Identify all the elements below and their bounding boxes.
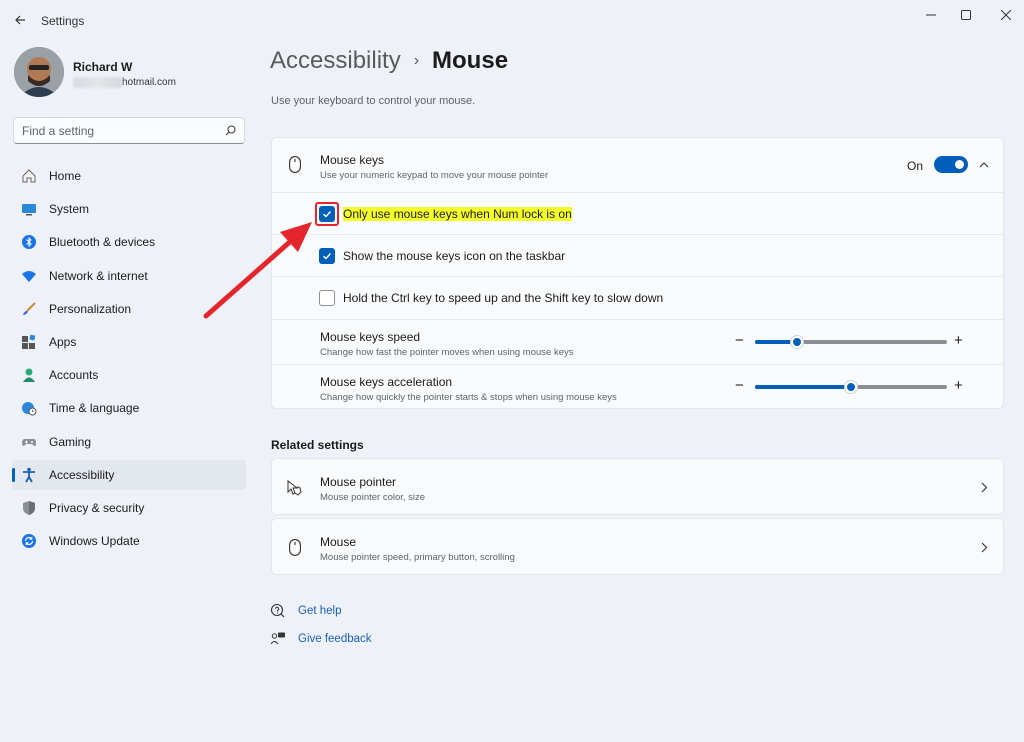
- maximize-icon: [961, 10, 971, 20]
- maximize-button[interactable]: [951, 4, 981, 26]
- search-icon: [225, 125, 236, 136]
- sidebar-item-privacy[interactable]: Privacy & security: [12, 493, 246, 523]
- speed-minus-icon[interactable]: −: [735, 332, 744, 349]
- gamepad-icon: [20, 433, 38, 451]
- related-mouse-card[interactable]: Mouse Mouse pointer speed, primary butto…: [271, 518, 1004, 575]
- bluetooth-icon: [20, 233, 38, 251]
- sidebar-item-windows-update[interactable]: Windows Update: [12, 526, 246, 556]
- num-lock-label: Only use mouse keys when Num lock is on: [343, 207, 572, 221]
- chevron-up-icon[interactable]: [979, 161, 989, 168]
- sidebar-item-accounts[interactable]: Accounts: [12, 360, 246, 390]
- sidebar-item-gaming[interactable]: Gaming: [12, 427, 246, 457]
- page-title: Mouse: [432, 47, 509, 74]
- page-description: Use your keyboard to control your mouse.: [271, 95, 476, 107]
- home-icon: [20, 167, 38, 185]
- search-input[interactable]: [22, 123, 225, 138]
- speed-slider[interactable]: [755, 335, 947, 349]
- taskbar-icon-checkbox[interactable]: [319, 248, 335, 264]
- mouse-pointer-title: Mouse pointer: [320, 475, 397, 489]
- give-feedback-icon: [270, 632, 285, 645]
- acceleration-slider[interactable]: [755, 380, 947, 394]
- option-taskbar-icon-row[interactable]: Show the mouse keys icon on the taskbar: [272, 235, 1003, 277]
- globe-clock-icon: [20, 399, 38, 417]
- annotation-arrow-icon: [203, 222, 312, 319]
- breadcrumb: Accessibility › Mouse: [270, 47, 508, 75]
- get-help-icon: [270, 603, 285, 618]
- mouse-keys-acceleration-row: Mouse keys acceleration Change how quick…: [272, 365, 1003, 409]
- give-feedback-link[interactable]: Give feedback: [298, 633, 372, 645]
- accounts-icon: [20, 366, 38, 384]
- mouse-pointer-icon: [287, 479, 302, 496]
- mouse-title: Mouse: [320, 535, 357, 549]
- related-settings-title: Related settings: [271, 438, 364, 452]
- speed-slider-thumb[interactable]: [790, 335, 804, 349]
- app-title: Settings: [41, 14, 85, 28]
- toggle-state-label: On: [907, 159, 924, 173]
- mouse-pointer-subtitle: Mouse pointer color, size: [320, 492, 426, 503]
- title-bar: Settings: [0, 0, 1024, 40]
- get-help-link[interactable]: Get help: [298, 605, 341, 617]
- acceleration-slider-thumb[interactable]: [844, 380, 858, 394]
- mouse-keys-header-row[interactable]: Mouse keys Use your numeric keypad to mo…: [272, 138, 1003, 193]
- sidebar-item-accessibility[interactable]: Accessibility: [12, 459, 246, 490]
- mouse-keys-speed-row: Mouse keys speed Change how fast the poi…: [272, 320, 1003, 365]
- email-redaction: [73, 76, 122, 88]
- back-arrow-icon: [15, 15, 25, 25]
- search-box[interactable]: [13, 117, 245, 144]
- acceleration-minus-icon[interactable]: −: [735, 377, 744, 394]
- sidebar-item-time-language[interactable]: Time & language: [12, 393, 246, 423]
- user-photo-icon: [14, 47, 64, 97]
- close-button[interactable]: [991, 4, 1021, 26]
- mouse-icon: [289, 156, 301, 173]
- minimize-icon: [926, 14, 936, 16]
- speed-title: Mouse keys speed: [320, 330, 421, 344]
- acceleration-subtitle: Change how quickly the pointer starts & …: [320, 392, 617, 403]
- checkmark-icon: [323, 253, 332, 260]
- mouse-subtitle: Mouse pointer speed, primary button, scr…: [320, 552, 515, 563]
- speed-subtitle: Change how fast the pointer moves when u…: [320, 347, 574, 358]
- acceleration-slider-fill: [755, 385, 851, 389]
- avatar[interactable]: [14, 47, 64, 97]
- breadcrumb-separator: ›: [413, 52, 420, 69]
- wifi-icon: [20, 267, 38, 285]
- ctrl-shift-checkbox[interactable]: [319, 290, 335, 306]
- user-name: Richard W: [73, 60, 133, 74]
- brush-icon: [20, 300, 38, 318]
- mouse-keys-card: Mouse keys Use your numeric keypad to mo…: [271, 137, 1004, 409]
- mouse-keys-toggle[interactable]: [934, 156, 968, 173]
- accessibility-icon: [20, 466, 38, 484]
- system-icon: [20, 200, 38, 218]
- option-ctrl-shift-row[interactable]: Hold the Ctrl key to speed up and the Sh…: [272, 277, 1003, 320]
- acceleration-plus-icon[interactable]: +: [954, 377, 963, 394]
- sidebar-item-apps[interactable]: Apps: [12, 327, 246, 357]
- breadcrumb-parent[interactable]: Accessibility: [270, 47, 401, 75]
- apps-icon: [20, 333, 38, 351]
- chevron-right-icon: [981, 482, 988, 493]
- mouse-keys-subtitle: Use your numeric keypad to move your mou…: [320, 170, 549, 181]
- option-num-lock-row[interactable]: Only use mouse keys when Num lock is on: [272, 193, 1003, 235]
- acceleration-title: Mouse keys acceleration: [320, 375, 453, 389]
- mouse-icon: [289, 539, 301, 556]
- update-icon: [20, 532, 38, 550]
- minimize-button[interactable]: [916, 4, 946, 26]
- back-button[interactable]: [10, 10, 30, 30]
- shield-icon: [20, 499, 38, 517]
- related-mouse-pointer-card[interactable]: Mouse pointer Mouse pointer color, size: [271, 458, 1004, 515]
- speed-plus-icon[interactable]: +: [954, 332, 963, 349]
- sidebar-item-home[interactable]: Home: [12, 161, 246, 191]
- ctrl-shift-label: Hold the Ctrl key to speed up and the Sh…: [343, 291, 664, 305]
- user-email: hotmail.com: [73, 75, 176, 89]
- user-email-domain: hotmail.com: [122, 76, 176, 88]
- close-icon: [1001, 10, 1011, 20]
- chevron-right-icon: [981, 542, 988, 553]
- mouse-keys-title: Mouse keys: [320, 153, 385, 167]
- taskbar-icon-label: Show the mouse keys icon on the taskbar: [343, 249, 566, 263]
